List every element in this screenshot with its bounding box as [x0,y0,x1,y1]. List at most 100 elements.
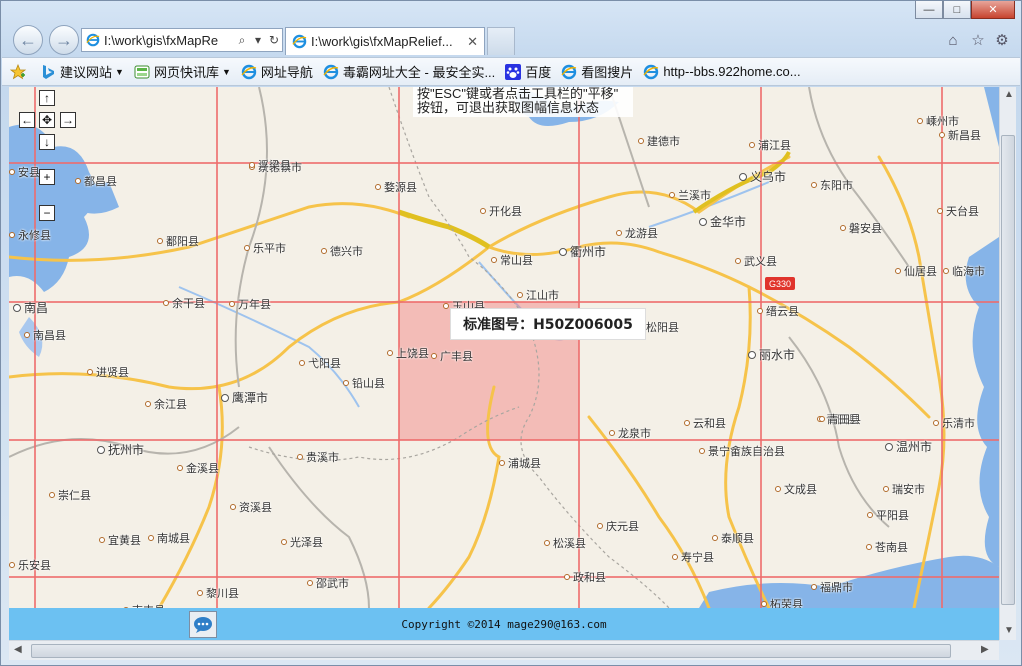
city-name: 武义县 [744,256,777,268]
city-dot-icon [885,442,893,451]
favorites-add-button[interactable] [10,63,30,80]
vertical-scrollbar[interactable]: ▲ ▼ [999,87,1016,640]
city-dot-icon [375,184,381,190]
favorites-item-bbs[interactable]: http--bbs.922home.co... [643,64,801,80]
close-window-button[interactable]: ✕ [971,1,1015,19]
city-dot-icon [939,132,945,138]
city-name: 南昌县 [33,330,66,342]
city-dot-icon [431,353,437,359]
favorites-bar: 建议网站 ▼ 网页快讯库 ▼ 网址导航 毒霸网址大全 - 最安全实... 百度 … [2,57,1020,86]
city-label: 景宁畲族自治县 [699,443,785,459]
city-dot-icon [9,562,15,568]
city-dot-icon [244,245,250,251]
city-name: 景宁畲族自治县 [708,446,785,458]
city-label: 上饶县 [387,345,429,361]
city-dot-icon [638,138,644,144]
city-dot-icon [297,454,303,460]
city-label: 金溪县 [177,460,219,476]
gear-icon[interactable]: ⚙ [993,31,1011,49]
home-icon[interactable]: ⌂ [944,31,962,49]
pan-left-button[interactable]: ← [19,112,35,128]
favorites-item-image-search[interactable]: 看图搜片 [561,62,633,81]
city-label: 兰溪市 [669,187,711,203]
close-tab-icon[interactable]: ✕ [467,34,478,50]
tab-active[interactable]: I:\work\gis\fxMapRelief... ✕ [285,27,485,55]
city-dot-icon [933,420,939,426]
city-label: 鄱阳县 [157,233,199,249]
city-dot-icon [97,445,105,454]
city-label: 浦城县 [499,455,541,471]
scroll-down-icon[interactable]: ▼ [1004,625,1014,636]
city-name: 衢州市 [570,245,607,259]
city-label: 磐安县 [840,220,882,236]
favorites-label: 看图搜片 [581,65,634,80]
city-dot-icon [749,142,755,148]
city-dot-icon [177,465,183,471]
forward-button[interactable]: → [49,25,79,55]
pan-down-button[interactable]: ↓ [39,134,55,150]
city-label: 松溪县 [544,535,586,551]
city-label: 进贤县 [87,364,129,380]
city-dot-icon [684,420,690,426]
pan-up-button[interactable]: ↑ [39,90,55,106]
chevron-down-icon[interactable]: ▾ [250,33,266,47]
vertical-scroll-thumb[interactable] [1001,135,1015,605]
baidu-icon [505,63,522,80]
back-button[interactable]: ← [13,25,43,55]
city-name: 资溪县 [239,502,272,514]
city-dot-icon [307,580,313,586]
city-name: 苍南县 [875,542,908,554]
bing-icon [40,64,56,80]
city-label: 温州市 [885,438,932,455]
city-label: 余干县 [163,295,205,311]
address-bar[interactable]: I:\work\gis\fxMapRe ⌕ ▾ ↻ [81,28,283,52]
city-label: 广丰县 [431,348,473,364]
city-name: 婺源县 [384,182,417,194]
pan-center-button[interactable]: ✥ [39,112,55,128]
new-tab-button[interactable] [487,27,515,55]
chevron-down-icon[interactable]: ▼ [115,67,124,77]
city-name: 抚州市 [108,443,145,457]
favorites-item-suggested-sites[interactable]: 建议网站 ▼ [40,62,124,81]
city-label: 寿宁县 [672,549,714,565]
map-canvas[interactable]: G330 景德镇市 婺源县 浮梁县 都昌县 开化县 常山县 衢州市 龙游县 金华市 义乌市 东阳市浦… [9,87,999,608]
scroll-up-icon[interactable]: ▲ [1004,89,1014,100]
city-label: 黎川县 [197,585,239,601]
horizontal-scrollbar[interactable]: ◀ ▶ [9,640,999,660]
city-dot-icon [157,238,163,244]
city-dot-icon [281,539,287,545]
scroll-left-icon[interactable]: ◀ [14,644,22,655]
minimize-button[interactable]: — [915,1,943,19]
city-dot-icon [748,350,756,359]
refresh-icon[interactable]: ↻ [266,33,282,47]
favorites-item-baidu[interactable]: 百度 [505,62,551,81]
city-label: 铅山县 [343,375,385,391]
pan-right-button[interactable]: → [60,112,76,128]
city-label: 弋阳县 [299,355,341,371]
favorites-icon[interactable]: ☆ [969,31,987,49]
favorites-item-web-slices[interactable]: 网页快讯库 ▼ [134,62,231,81]
chat-button[interactable] [189,611,217,638]
city-name: 开化县 [489,206,522,218]
favorites-label: 建议网站 [60,65,113,80]
zoom-out-button[interactable]: − [39,205,55,221]
address-input[interactable]: I:\work\gis\fxMapRe [104,33,234,48]
favorites-item-duba[interactable]: 毒霸网址大全 - 最安全实... [323,62,495,81]
chevron-down-icon[interactable]: ▼ [222,67,231,77]
city-label: 嵊州市 [917,113,959,129]
city-label: 资溪县 [230,499,272,515]
city-name: 丽水市 [759,348,796,362]
maximize-button[interactable]: □ [943,1,971,19]
city-label: 丽水市 [748,346,795,363]
zoom-in-button[interactable]: + [39,169,55,185]
city-name: 临海市 [952,266,985,278]
city-label: 抚州市 [97,441,144,458]
city-name: 建德市 [647,136,680,148]
webslice-icon [134,64,150,80]
horizontal-scroll-thumb[interactable] [31,644,951,658]
city-dot-icon [895,268,901,274]
scroll-right-icon[interactable]: ▶ [981,644,989,655]
favorites-item-nav[interactable]: 网址导航 [241,62,313,81]
search-icon[interactable]: ⌕ [234,33,250,48]
city-dot-icon [735,258,741,264]
